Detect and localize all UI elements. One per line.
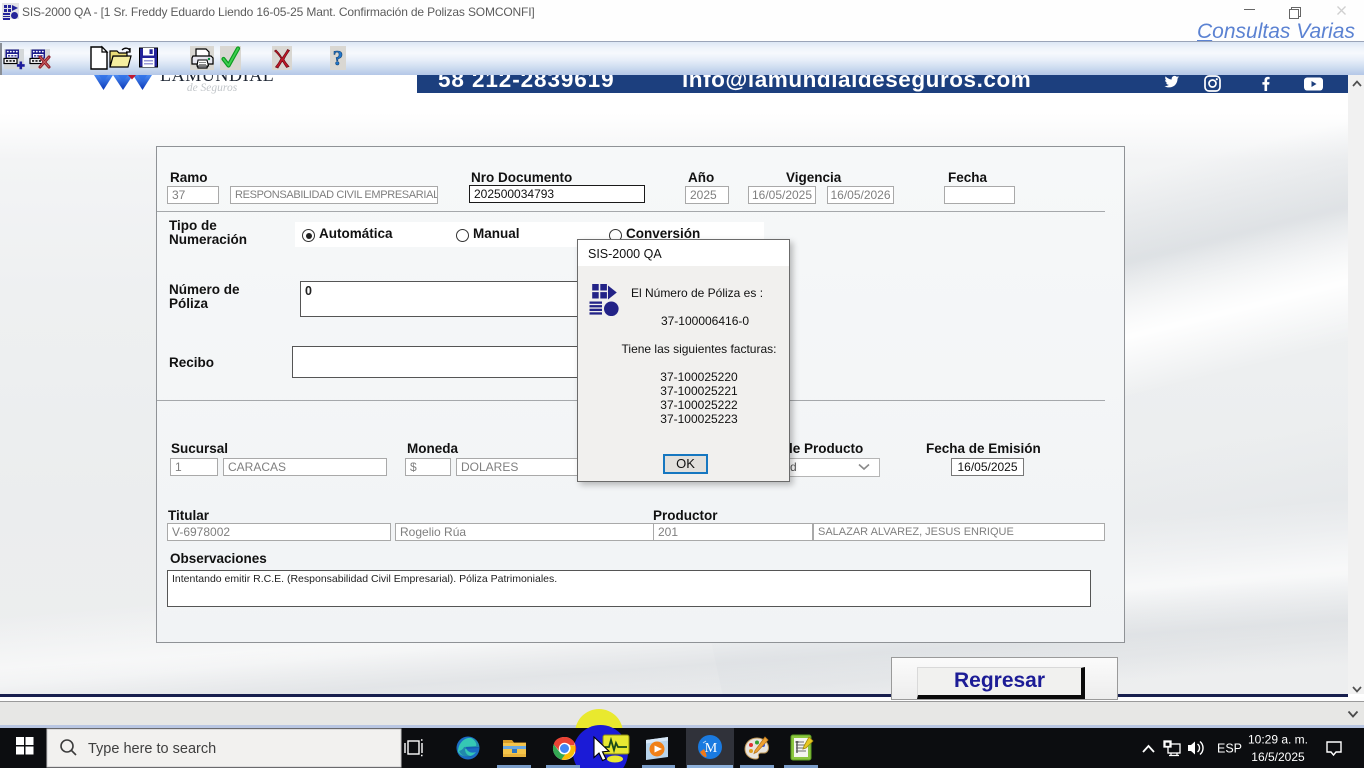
- svg-text:16/5/2025: 16/5/2025: [1251, 750, 1305, 764]
- svg-text:?: ?: [333, 46, 344, 70]
- svg-text:Type here to search: Type here to search: [88, 741, 216, 757]
- svg-text:M: M: [705, 741, 718, 756]
- svg-text:10:29 a. m.: 10:29 a. m.: [1248, 733, 1308, 747]
- svg-text:ESP: ESP: [1217, 742, 1242, 756]
- svg-text:de Seguros: de Seguros: [187, 82, 238, 94]
